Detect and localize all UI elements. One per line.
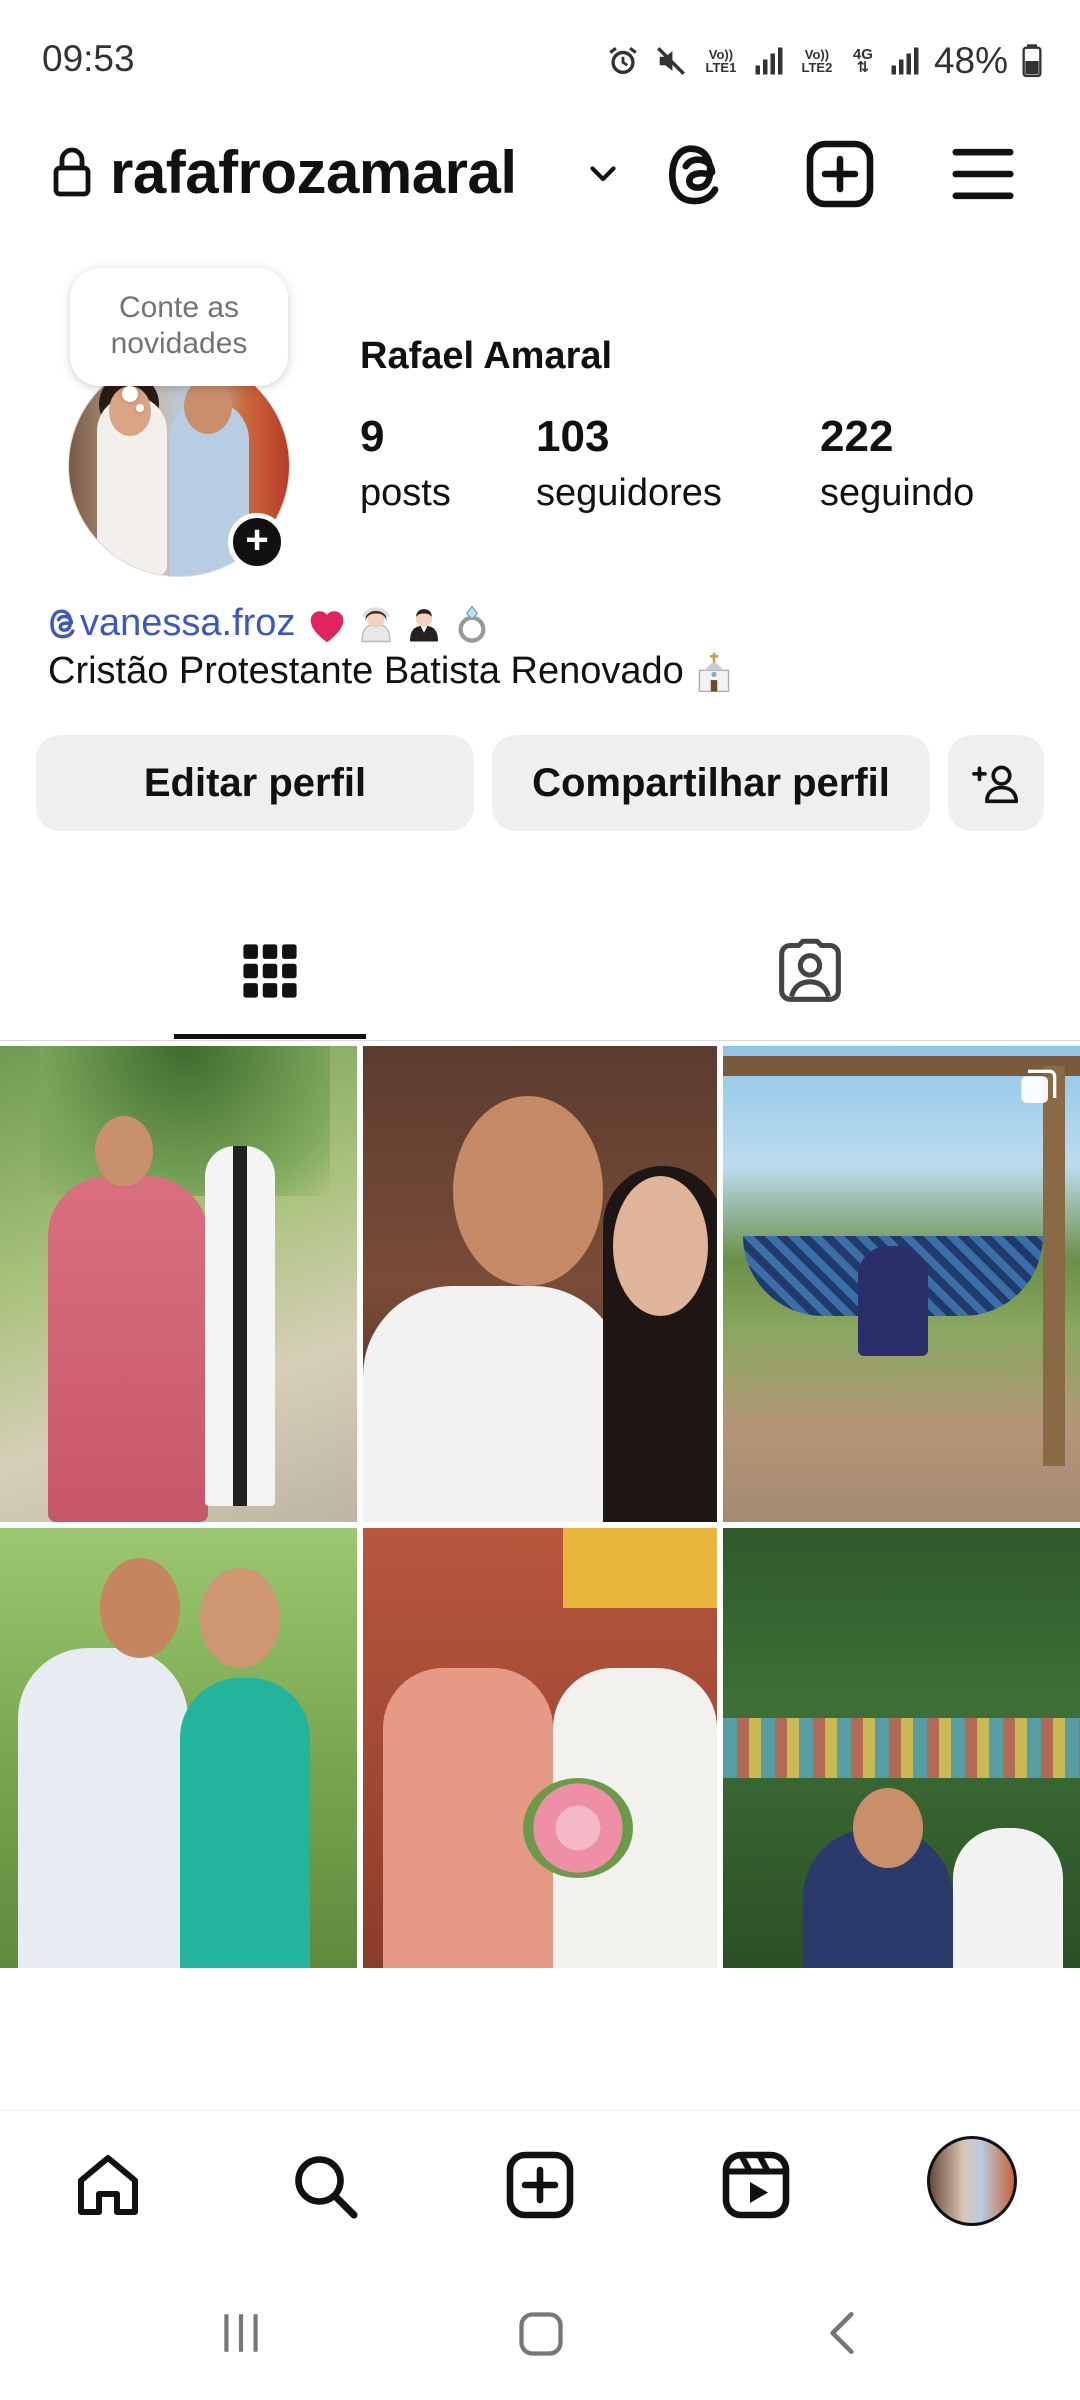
sim2-label: Vo)) LTE2	[801, 47, 833, 75]
note-bubble-tail-small	[136, 404, 144, 412]
heart-emoji	[311, 610, 344, 642]
bio-mention-link[interactable]: vanessa.froz	[48, 602, 295, 645]
note-bubble[interactable]: Conte as novidades	[70, 268, 288, 386]
status-icons: Vo)) LTE1 Vo)) LTE2 4G ⇅ 48%	[606, 40, 1042, 82]
stat-label: seguidores	[536, 472, 722, 514]
status-time: 09:53	[42, 38, 135, 79]
bio-emojis	[305, 603, 493, 645]
tab-posts-grid[interactable]	[174, 900, 366, 1042]
tagged-icon	[779, 938, 841, 1002]
network-4g-label: 4G ⇅	[852, 46, 873, 76]
post-thumbnail-2[interactable]	[363, 1046, 717, 1522]
church-emoji	[698, 652, 729, 692]
profile-tabs	[0, 900, 1080, 1042]
note-bubble-tail	[122, 386, 138, 402]
stat-following[interactable]: 222 seguindo	[820, 412, 974, 515]
tabs-divider	[0, 1040, 1080, 1041]
edit-profile-button[interactable]: Editar perfil	[36, 735, 474, 831]
discover-people-button[interactable]	[948, 735, 1044, 831]
stat-value: 103	[536, 412, 610, 461]
active-tab-indicator	[174, 1034, 366, 1039]
create-post-icon[interactable]	[804, 138, 876, 210]
sim1-label: Vo)) LTE1	[705, 47, 737, 75]
post-thumbnail-1[interactable]	[0, 1046, 357, 1522]
full-name: Rafael Amaral	[360, 335, 613, 377]
ring-emoji	[458, 604, 486, 643]
username-switcher[interactable]: rafafrozamaral	[110, 138, 517, 207]
signal-icon-2	[891, 47, 919, 75]
add-person-icon	[972, 765, 1019, 804]
recent-apps-icon[interactable]	[216, 2308, 266, 2358]
carousel-icon	[1021, 1069, 1057, 1103]
bio-text: Cristão Protestante Batista Renovado	[48, 650, 684, 692]
home-icon[interactable]	[72, 2149, 144, 2221]
create-icon[interactable]	[504, 2149, 576, 2221]
menu-icon[interactable]	[950, 144, 1016, 204]
alarm-icon	[609, 47, 637, 75]
stat-value: 222	[820, 412, 894, 461]
battery-icon	[1022, 44, 1042, 78]
post-thumbnail-4[interactable]	[0, 1528, 357, 1968]
bio-mention-text: vanessa.froz	[80, 602, 296, 644]
system-navigation-bar	[0, 2260, 1080, 2400]
add-story-button[interactable]: +	[228, 513, 286, 571]
stat-label: posts	[360, 472, 451, 514]
reels-icon[interactable]	[720, 2149, 792, 2221]
chevron-down-icon[interactable]	[585, 155, 621, 191]
grid-icon	[243, 944, 297, 998]
threads-mention-icon	[50, 608, 75, 638]
home-button-icon[interactable]	[515, 2308, 567, 2360]
post-thumbnail-3[interactable]	[723, 1046, 1080, 1522]
groom-emoji	[410, 608, 439, 641]
bride-emoji	[361, 606, 392, 642]
avatar-wrapper[interactable]: +	[68, 355, 290, 577]
lock-icon	[53, 147, 91, 197]
post-thumbnail-6[interactable]	[723, 1528, 1080, 1968]
search-icon[interactable]	[288, 2149, 360, 2221]
profile-avatar-nav[interactable]	[927, 2136, 1017, 2226]
mute-icon	[656, 47, 685, 75]
back-icon[interactable]	[818, 2308, 868, 2358]
signal-icon-1	[755, 47, 783, 75]
stat-posts[interactable]: 9 posts	[360, 412, 451, 515]
stat-followers[interactable]: 103 seguidores	[536, 412, 722, 515]
stat-label: seguindo	[820, 472, 975, 514]
post-thumbnail-5[interactable]	[363, 1528, 717, 1968]
bio-line-2: Cristão Protestante Batista Renovado	[48, 650, 734, 693]
instagram-profile-screen: 09:53 Vo)) LTE1 Vo)) LTE2 4G ⇅ 48% rafaf…	[0, 0, 1080, 2400]
threads-icon[interactable]	[664, 138, 730, 212]
status-bar: 09:53 Vo)) LTE1 Vo)) LTE2 4G ⇅ 48%	[0, 0, 1080, 120]
bio-line-1: vanessa.froz	[48, 602, 493, 645]
bottom-navigation	[0, 2110, 1080, 2260]
stat-value: 9	[360, 412, 385, 461]
tab-tagged[interactable]	[700, 900, 920, 1042]
share-profile-button[interactable]: Compartilhar perfil	[492, 735, 930, 831]
profile-header: rafafrozamaral	[0, 120, 1080, 230]
battery-percent: 48%	[933, 40, 1008, 81]
